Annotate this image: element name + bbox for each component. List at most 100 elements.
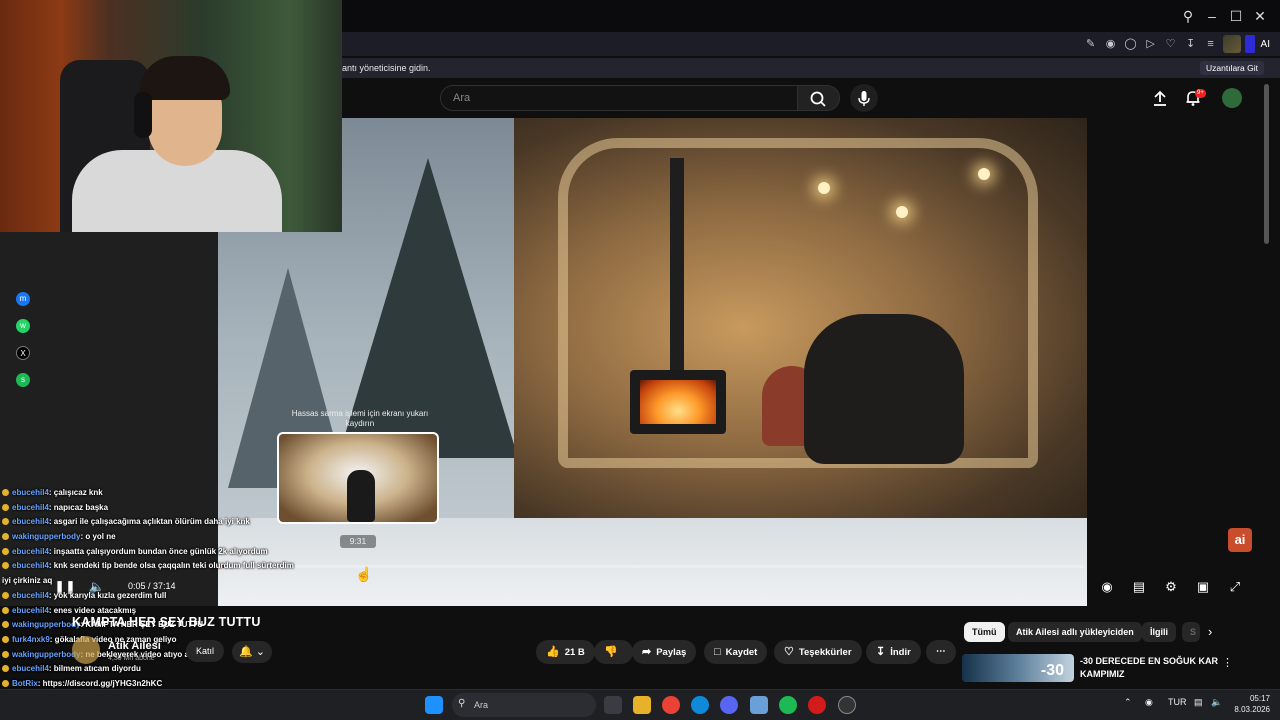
chat-username[interactable]: ebucehil4 — [12, 488, 49, 497]
chat-text: : asgari ile çalışacağıma açlıktan ölürü… — [48, 517, 250, 527]
maximize-icon[interactable]: ☐ — [1224, 8, 1248, 25]
thanks-button[interactable]: ♡ Teşekkürler — [774, 640, 862, 664]
recommended-menu-icon[interactable]: ⋮ — [1222, 656, 1233, 669]
search-input[interactable]: Ara — [440, 85, 798, 111]
spotify-icon[interactable]: s — [16, 373, 30, 387]
windows-start-icon[interactable] — [425, 696, 443, 714]
voice-search-button[interactable] — [850, 84, 878, 112]
spotify-taskbar-icon[interactable] — [779, 696, 797, 714]
taskbar-clock[interactable]: 05:17 8.03.2026 — [1232, 693, 1270, 715]
camera-icon[interactable]: ◉ — [1103, 36, 1119, 52]
messenger-icon[interactable]: m — [16, 292, 30, 306]
fullscreen-icon[interactable]: ⤢ — [1224, 578, 1246, 596]
chat-username[interactable]: ebucehil4 — [12, 517, 49, 526]
search-icon[interactable]: ⚲ — [1176, 8, 1200, 25]
autoplay-toggle-icon[interactable]: ◉ — [1096, 578, 1118, 596]
discord-icon[interactable] — [720, 696, 738, 714]
chat-badge-icon — [2, 650, 9, 658]
miniplayer-icon[interactable]: ▣ — [1192, 578, 1214, 596]
chat-username[interactable]: wakingupperbody — [12, 650, 80, 659]
chat-username[interactable]: ebucehil4 — [12, 664, 49, 673]
page-scrollbar[interactable] — [1264, 84, 1269, 244]
recommended-thumb-text: -30 — [1040, 662, 1064, 679]
chat-username[interactable]: ebucehil4 — [12, 561, 49, 570]
chat-badge-icon — [2, 533, 9, 541]
recommended-thumbnail[interactable]: -30 — [962, 654, 1074, 682]
heart-icon[interactable]: ♡ — [1163, 36, 1179, 52]
chat-username[interactable]: ebucehil4 — [12, 606, 49, 615]
video-player[interactable] — [218, 118, 1087, 606]
play-icon[interactable]: ▷ — [1143, 36, 1159, 52]
more-actions-button[interactable]: ⋯ — [926, 640, 956, 664]
chrome-icon[interactable] — [662, 696, 680, 714]
app-icon[interactable] — [750, 696, 768, 714]
video-frame-chimney — [670, 158, 684, 372]
language-indicator[interactable]: TUR — [1168, 697, 1187, 707]
edge-icon[interactable] — [691, 696, 709, 714]
chip-uploader[interactable]: Atik Ailesi adlı yükleyiciden — [1008, 622, 1142, 642]
chat-text: : https://discord.gg/jYHG3n2hKC — [37, 678, 163, 688]
chat-username[interactable]: ebucehil4 — [12, 591, 49, 600]
extensions-button[interactable]: Uzantılara Git — [1200, 61, 1264, 75]
chat-badge-icon — [2, 679, 9, 687]
file-explorer-icon[interactable] — [633, 696, 651, 714]
volume-tray-icon[interactable]: 🔈 — [1211, 697, 1222, 708]
download-button[interactable]: ↧ İndir — [866, 640, 921, 664]
channel-name[interactable]: Atik Ailesi — [108, 640, 161, 652]
extension-icon[interactable] — [1244, 35, 1255, 53]
chat-badge-icon — [2, 635, 9, 643]
opera-icon[interactable] — [808, 696, 826, 714]
minimize-icon[interactable]: – — [1200, 8, 1224, 24]
shield-icon[interactable]: ◯ — [1123, 36, 1139, 52]
progress-bar[interactable] — [222, 565, 1084, 568]
chat-username[interactable]: wakingupperbody — [12, 620, 80, 629]
upload-icon[interactable] — [1150, 88, 1170, 108]
channel-avatar[interactable] — [72, 636, 100, 664]
chevron-right-icon[interactable]: › — [1208, 624, 1212, 639]
edit-icon[interactable]: ✎ — [1083, 36, 1099, 52]
download-icon[interactable]: ↧ — [1183, 36, 1199, 52]
subtitles-icon[interactable]: ▤ — [1128, 578, 1150, 596]
mic-tray-icon[interactable]: ◉ — [1145, 697, 1153, 708]
dislike-button[interactable]: 👎 — [594, 640, 633, 664]
download-label: İndir — [890, 647, 911, 658]
account-avatar[interactable] — [1222, 88, 1242, 108]
chat-username[interactable]: ebucehil4 — [12, 503, 49, 512]
chat-overlay: ebucehil4: çalışıcaz knk ebucehil4: napıc… — [2, 486, 332, 720]
share-button[interactable]: ➦ Paylaş — [632, 640, 697, 664]
subscriber-count: 4,39 Mn abone — [108, 655, 155, 662]
close-icon[interactable]: ✕ — [1248, 8, 1272, 25]
chip-related[interactable]: İlgili — [1142, 622, 1176, 642]
tray-chevron-icon[interactable]: ⌃ — [1124, 697, 1132, 708]
video-frame-lamp — [896, 206, 908, 218]
network-icon[interactable]: ▤ — [1194, 697, 1203, 708]
chip-more[interactable]: S — [1182, 622, 1200, 642]
recommended-title[interactable]: -30 DERECEDE EN SOĞUK KAR KAMPIMIZ — [1080, 655, 1220, 681]
video-frame-lamp — [818, 182, 830, 194]
chat-username[interactable]: BotRix — [12, 679, 38, 688]
chat-text: : o yol ne — [80, 532, 116, 542]
task-view-icon[interactable] — [604, 696, 622, 714]
channel-watermark[interactable]: ai — [1228, 528, 1252, 552]
ai-button[interactable]: AI — [1259, 39, 1272, 50]
chip-all[interactable]: Tümü — [964, 622, 1005, 642]
like-button[interactable]: 👍 21 B — [536, 640, 595, 664]
chat-username[interactable]: wakingupperbody — [12, 532, 80, 541]
chat-username[interactable]: ebucehil4 — [12, 547, 49, 556]
chat-username[interactable]: furk4nxk9 — [12, 635, 50, 644]
chat-badge-icon — [2, 665, 9, 673]
subscribe-bell-button[interactable]: 🔔 ⌄ — [232, 641, 272, 663]
taskbar-search[interactable]: Ara — [452, 693, 596, 717]
obs-icon[interactable] — [838, 696, 856, 714]
join-button[interactable]: Katıl — [186, 640, 225, 662]
microphone-icon — [858, 91, 870, 106]
chat-badge-icon — [2, 518, 9, 526]
profile-avatar[interactable] — [1222, 35, 1241, 53]
whatsapp-icon[interactable]: w — [16, 319, 30, 333]
settings-icon[interactable]: ⚙ — [1160, 578, 1182, 596]
x-icon[interactable]: X — [16, 346, 30, 360]
save-button[interactable]: □ Kaydet — [704, 640, 768, 664]
menu-icon[interactable]: ≡ — [1203, 36, 1219, 52]
scrub-hint: Hassas sarma işlemi için ekranı yukarı k… — [291, 409, 429, 428]
search-button[interactable] — [798, 85, 840, 111]
